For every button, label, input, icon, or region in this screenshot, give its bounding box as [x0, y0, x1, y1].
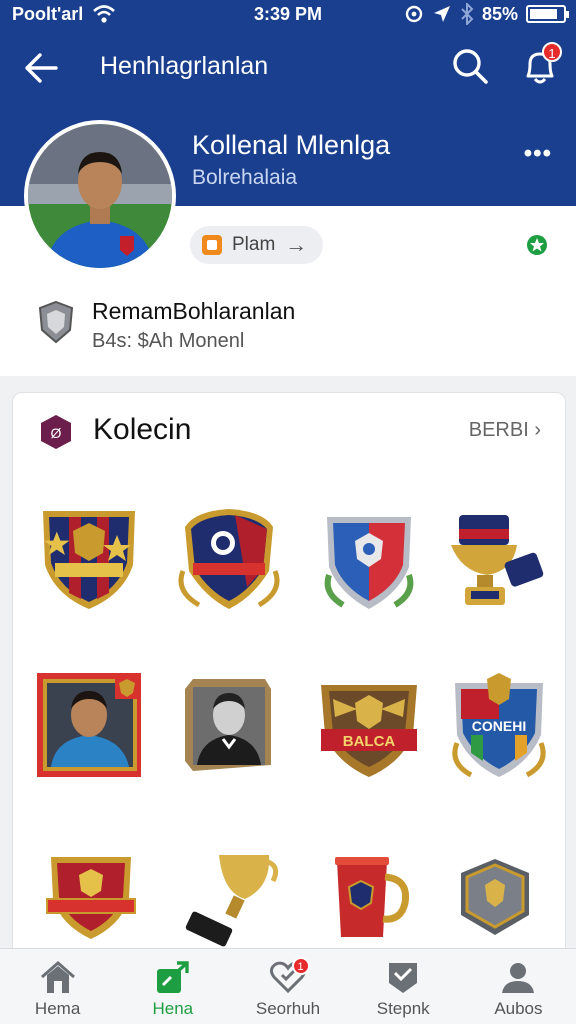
collection-item[interactable]	[313, 501, 425, 613]
crest-icon	[43, 511, 135, 609]
crest-icon: CONEHI	[452, 673, 546, 778]
person-icon	[502, 963, 535, 993]
crest-banner-text: BALCA	[343, 733, 396, 750]
notifications-button[interactable]: 1	[518, 42, 562, 88]
crest-banner-text: CONEHI	[472, 718, 526, 734]
badge-icon	[461, 859, 529, 935]
collection-item[interactable]	[33, 669, 145, 781]
svg-text:Ø: Ø	[51, 425, 62, 441]
player-subtitle: Bolrehalaia	[192, 166, 298, 189]
collection-item[interactable]	[443, 501, 555, 613]
see-all-link[interactable]: BERBI ›	[469, 419, 541, 442]
collection-card: Ø Kolecin BERBI › BALCA CONEHI	[12, 392, 566, 962]
crest-icon	[46, 857, 136, 939]
collection-item[interactable]	[173, 847, 285, 959]
screen-title: Henhlagrlanlan	[100, 52, 269, 80]
tab-label: Stepnk	[376, 999, 430, 1018]
tab-label: Hema	[34, 999, 81, 1018]
plan-chip-label: Plam	[232, 234, 276, 255]
back-arrow-icon[interactable]	[22, 48, 62, 88]
collection-item[interactable]: BALCA	[313, 669, 425, 781]
arrow-right-icon: →	[285, 232, 308, 257]
collection-item[interactable]	[33, 501, 145, 613]
mug-icon	[335, 857, 410, 937]
player-name: Kollenal Mlenlga	[192, 130, 391, 160]
collection-item[interactable]	[173, 501, 285, 613]
player-card-icon	[185, 679, 271, 771]
crest-icon: BALCA	[321, 685, 417, 777]
player-photo	[28, 124, 172, 268]
collection-icon: Ø	[41, 415, 71, 449]
more-options-icon[interactable]: •••	[524, 140, 552, 168]
club-name: RemamBohlaranlan	[92, 298, 296, 324]
star-icon[interactable]	[524, 232, 550, 258]
home-icon	[40, 961, 75, 993]
tab-home[interactable]: Hema	[0, 949, 115, 1024]
notification-badge: 1	[542, 42, 562, 62]
chevron-right-icon: ›	[534, 419, 541, 441]
swap-icon	[156, 961, 189, 993]
player-card-icon	[37, 673, 141, 777]
crest-icon	[178, 509, 280, 609]
tab-aubos[interactable]: Aubos	[461, 949, 576, 1024]
collection-item[interactable]	[323, 847, 435, 959]
club-subtitle: B4s: $Ah Monenl	[92, 330, 245, 352]
location-icon	[433, 6, 450, 22]
plan-chip[interactable]: Plam →	[190, 226, 324, 264]
collection-item[interactable]	[43, 847, 155, 959]
tab-label: Hena	[152, 999, 194, 1018]
battery-icon	[526, 5, 569, 23]
crest-icon	[324, 517, 414, 609]
tab-search[interactable]: 1 Seorhuh	[230, 949, 345, 1024]
tab-badge: 1	[291, 957, 310, 975]
status-bar: Poolt'arl 3:39 PM 85%	[0, 0, 576, 30]
bluetooth-icon	[461, 3, 474, 25]
tab-label: Seorhuh	[255, 999, 321, 1018]
tab-stepnk[interactable]: Stepnk	[346, 949, 461, 1024]
collection-item[interactable]: CONEHI	[443, 669, 555, 781]
search-icon[interactable]	[450, 46, 490, 86]
collection-title: Kolecin	[93, 413, 192, 446]
tab-hena[interactable]: Hena	[115, 949, 230, 1024]
tab-label: Aubos	[494, 999, 543, 1018]
see-all-label: BERBI	[468, 419, 529, 441]
collection-item[interactable]	[173, 669, 285, 781]
rotation-lock-icon	[405, 5, 423, 23]
battery-percent: 85%	[481, 3, 518, 24]
bottom-tab-bar: Hema Hena 1 Seorhuh Stepnk Aubos	[0, 948, 576, 1024]
club-shield-icon	[38, 300, 74, 344]
profile-header: Kollenal Mlenlga Bolrehalaia ••• Plam → …	[0, 104, 576, 376]
avatar[interactable]	[24, 120, 176, 272]
trophy-icon	[451, 515, 544, 605]
trophy-icon	[185, 855, 279, 947]
plan-icon	[202, 235, 222, 255]
app-bar: Henhlagrlanlan 1	[0, 30, 576, 104]
check-shield-icon	[389, 963, 418, 993]
